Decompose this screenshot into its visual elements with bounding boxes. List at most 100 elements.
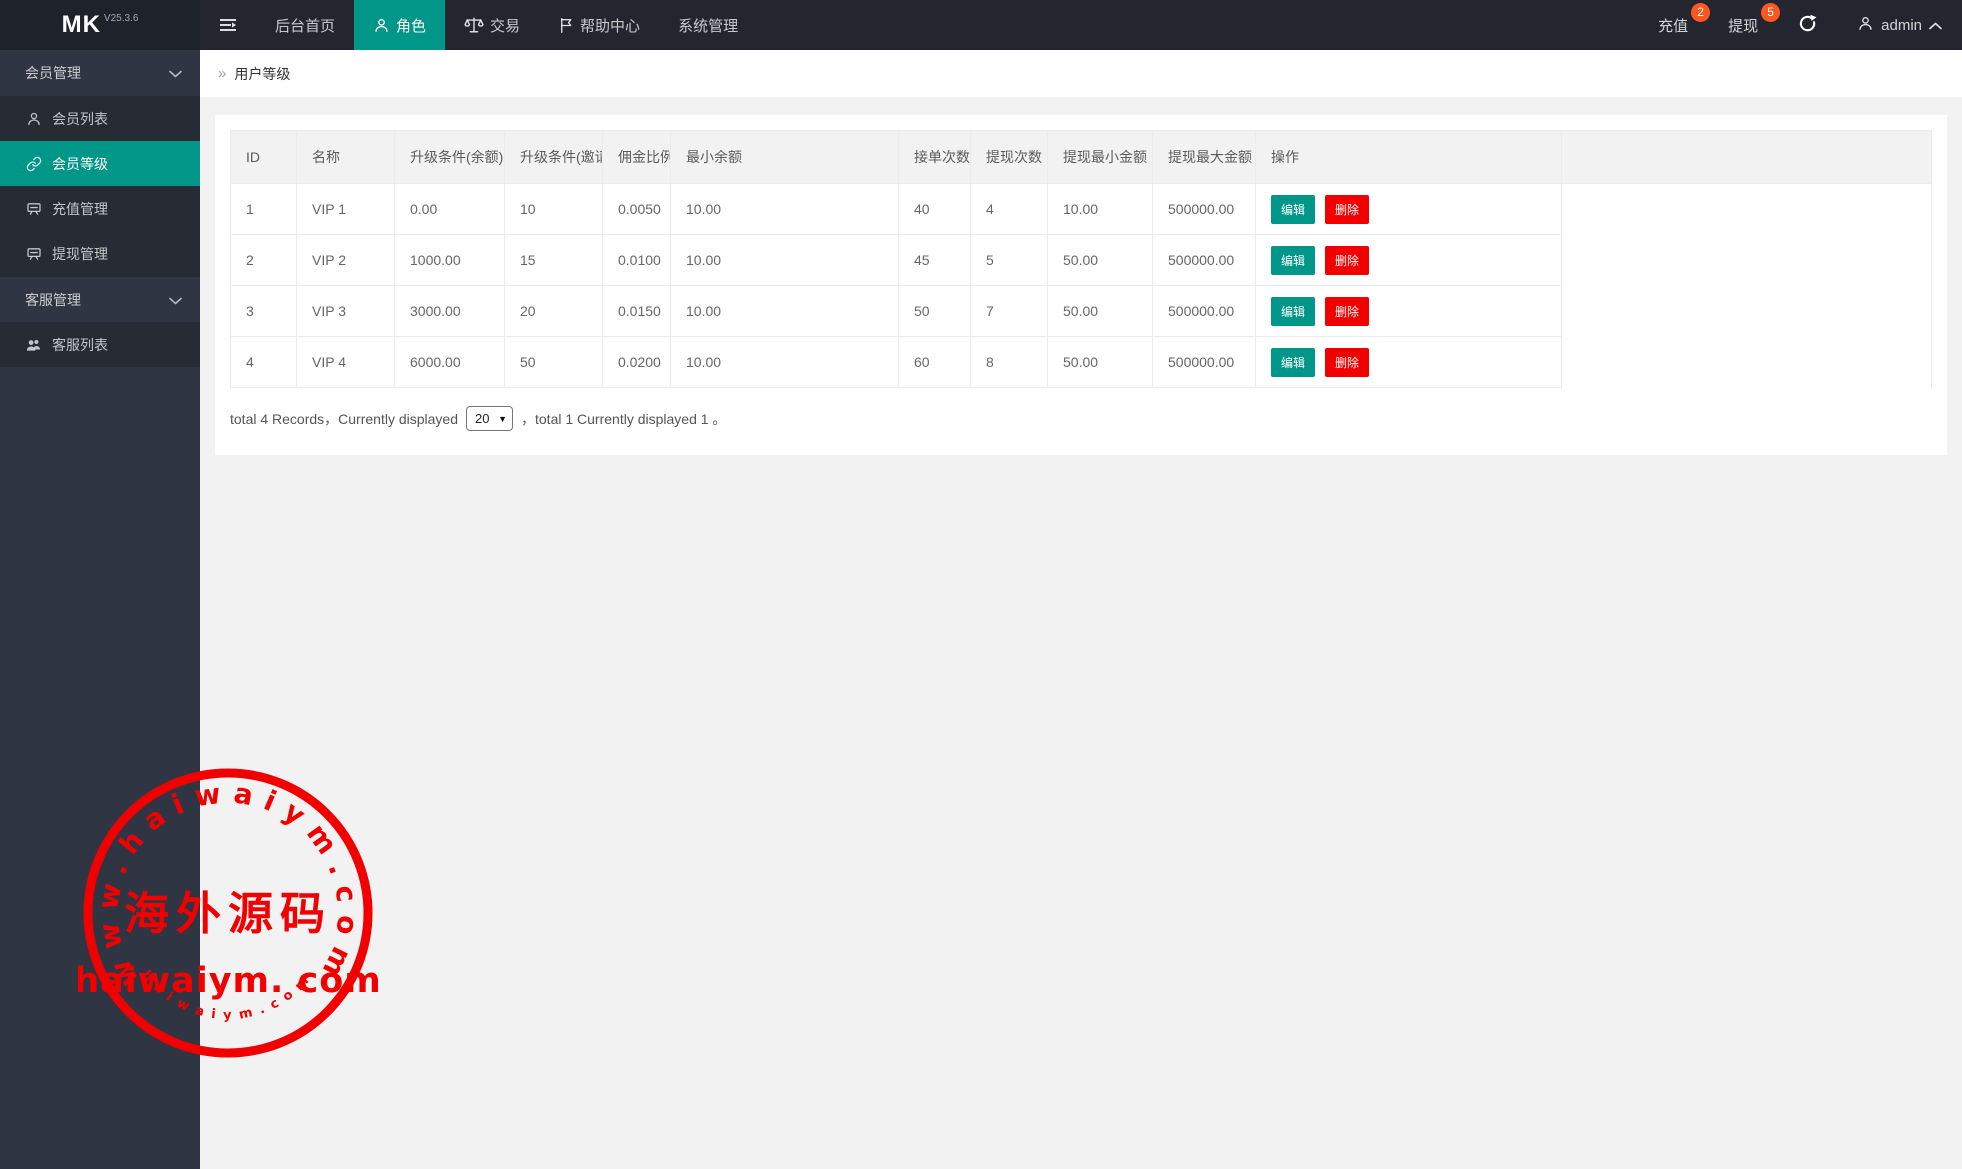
flag-icon [558, 17, 574, 34]
col-header: 升级条件(邀请) [505, 131, 603, 184]
table-cell: 10.00 [671, 337, 899, 388]
table-cell: 0.00 [395, 184, 505, 235]
actions-cell: 编辑删除 [1256, 235, 1562, 286]
scales-icon [464, 16, 484, 34]
refresh-button[interactable] [1778, 0, 1837, 50]
table-card: ID 名称 升级条件(余额) 升级条件(邀请) 佣金比例 最小余额 接单次数 提… [215, 115, 1947, 455]
col-header-filler [1562, 131, 1932, 184]
pagination-suffix: ，total 1 Currently displayed 1 。 [521, 409, 726, 429]
users-icon [25, 337, 42, 353]
col-header: 佣金比例 [603, 131, 671, 184]
table-cell: VIP 1 [297, 184, 395, 235]
pagination-prefix: total 4 Records，Currently displayed [230, 409, 458, 429]
table-cell: 40 [899, 184, 971, 235]
delete-button[interactable]: 删除 [1325, 195, 1369, 224]
filler-cell [1562, 337, 1932, 388]
hamburger-icon [219, 17, 237, 33]
content-area: ID 名称 升级条件(余额) 升级条件(邀请) 佣金比例 最小余额 接单次数 提… [200, 97, 1962, 473]
table-cell: 2 [231, 235, 297, 286]
sidebar-item-service-list[interactable]: 客服列表 [0, 322, 200, 367]
edit-button[interactable]: 编辑 [1271, 348, 1315, 377]
table-cell: 10.00 [671, 286, 899, 337]
edit-button[interactable]: 编辑 [1271, 195, 1315, 224]
tab-label: 系统管理 [678, 15, 738, 36]
table-cell: 50.00 [1048, 235, 1153, 286]
table-cell: 0.0200 [603, 337, 671, 388]
chevron-up-icon [1929, 17, 1942, 34]
delete-button[interactable]: 删除 [1325, 246, 1369, 275]
edit-button[interactable]: 编辑 [1271, 297, 1315, 326]
table-cell: 5 [971, 235, 1048, 286]
recharge-label: 充值 [1658, 15, 1688, 36]
table-cell: 0.0050 [603, 184, 671, 235]
tab-trade[interactable]: 交易 [445, 0, 539, 50]
delete-button[interactable]: 删除 [1325, 297, 1369, 326]
col-header: 最小余额 [671, 131, 899, 184]
table-cell: VIP 4 [297, 337, 395, 388]
table-cell: 4 [971, 184, 1048, 235]
user-level-table: ID 名称 升级条件(余额) 升级条件(邀请) 佣金比例 最小余额 接单次数 提… [230, 130, 1932, 388]
filler-cell [1562, 235, 1932, 286]
table-cell: 20 [505, 286, 603, 337]
sidebar-item-withdraw-mgmt[interactable]: 提现管理 [0, 231, 200, 276]
tab-dashboard[interactable]: 后台首页 [256, 0, 354, 50]
page-size-select[interactable]: 20 [466, 406, 513, 431]
table-cell: 10.00 [671, 235, 899, 286]
table-cell: 1 [231, 184, 297, 235]
page-title: 用户等级 [234, 64, 290, 84]
col-header: 升级条件(余额) [395, 131, 505, 184]
recharge-menu-item[interactable]: 充值 2 [1638, 0, 1708, 50]
user-icon [1857, 15, 1874, 36]
sidebar-group-title-service[interactable]: 客服管理 [0, 276, 200, 322]
sidebar: 会员管理 会员列表 [0, 50, 200, 1169]
filler-cell [1562, 286, 1932, 337]
sidebar-item-member-list[interactable]: 会员列表 [0, 96, 200, 141]
delete-button[interactable]: 删除 [1325, 348, 1369, 377]
admin-username: admin [1881, 17, 1922, 34]
admin-menu[interactable]: admin [1837, 0, 1962, 50]
sidebar-item-label: 充值管理 [52, 199, 108, 219]
menu-collapse-button[interactable] [200, 0, 256, 50]
sidebar-item-recharge-mgmt[interactable]: 充值管理 [0, 186, 200, 231]
table-cell: 50.00 [1048, 286, 1153, 337]
table-cell: VIP 3 [297, 286, 395, 337]
tab-system[interactable]: 系统管理 [659, 0, 757, 50]
table-cell: 4 [231, 337, 297, 388]
table-cell: 500000.00 [1153, 184, 1256, 235]
user-icon [25, 111, 42, 127]
actions-cell: 编辑删除 [1256, 184, 1562, 235]
table-cell: 1000.00 [395, 235, 505, 286]
table-cell: 3000.00 [395, 286, 505, 337]
actions-cell: 编辑删除 [1256, 286, 1562, 337]
main-area: » 用户等级 ID 名称 升级条件(余额) 升级条件(邀请) 佣金比例 [200, 50, 1962, 473]
withdraw-menu-item[interactable]: 提现 5 [1708, 0, 1778, 50]
table-cell: 10.00 [1048, 184, 1153, 235]
group-label: 会员管理 [25, 63, 169, 83]
withdraw-label: 提现 [1728, 15, 1758, 36]
table-cell: 500000.00 [1153, 235, 1256, 286]
table-row: 2VIP 21000.00150.010010.0045550.00500000… [231, 235, 1932, 286]
tab-help-center[interactable]: 帮助中心 [539, 0, 659, 50]
pagination-bar: total 4 Records，Currently displayed 20 ▼… [230, 406, 1932, 431]
table-cell: 3 [231, 286, 297, 337]
sidebar-group-title-members[interactable]: 会员管理 [0, 50, 200, 96]
chevron-down-icon [169, 292, 182, 308]
edit-button[interactable]: 编辑 [1271, 246, 1315, 275]
board-icon [25, 246, 42, 262]
table-cell: 50 [505, 337, 603, 388]
sidebar-item-member-level[interactable]: 会员等级 [0, 141, 200, 186]
sidebar-item-label: 提现管理 [52, 244, 108, 264]
tab-roles[interactable]: 角色 [354, 0, 445, 50]
logo-text: MK [62, 11, 101, 39]
sidebar-item-label: 客服列表 [52, 335, 108, 355]
table-cell: 8 [971, 337, 1048, 388]
table-cell: 500000.00 [1153, 337, 1256, 388]
col-header: 提现次数 [971, 131, 1048, 184]
app-logo: MK V25.3.6 [0, 0, 200, 50]
table-cell: 45 [899, 235, 971, 286]
table-cell: 6000.00 [395, 337, 505, 388]
col-header: 操作 [1256, 131, 1562, 184]
version-label: V25.3.6 [104, 13, 138, 24]
table-cell: 0.0100 [603, 235, 671, 286]
tab-label: 后台首页 [275, 15, 335, 36]
